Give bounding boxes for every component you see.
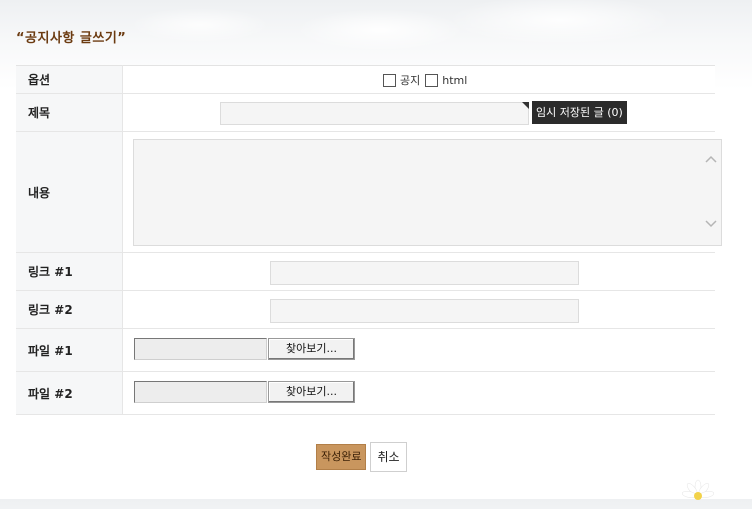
form-row-subject: 제목 임시 저장된 글 (0) xyxy=(16,93,715,132)
form-row-file2: 파일 #2 찾아보기... xyxy=(16,371,715,415)
file2-label: 파일 #2 xyxy=(16,371,123,415)
link2-input[interactable] xyxy=(270,299,579,323)
option-group: 공지 html xyxy=(383,72,472,88)
content-field xyxy=(122,131,722,253)
form-row-file1: 파일 #1 찾아보기... xyxy=(16,328,715,372)
form-row-link1: 링크 #1 xyxy=(16,252,715,291)
form-row-option: 옵션 공지 html xyxy=(16,65,715,94)
submit-button[interactable]: 작성완료 xyxy=(316,444,367,470)
file1-field: 찾아보기... xyxy=(122,328,715,372)
write-form-table: 옵션 공지 html 제목 임시 저장된 글 (0) 내용 링크 #1 링크 #… xyxy=(16,65,722,415)
chevron-down-icon[interactable] xyxy=(705,220,717,230)
form-actions: 작성완료 취소 xyxy=(316,442,407,472)
subject-label: 제목 xyxy=(16,93,123,132)
file1-label: 파일 #1 xyxy=(16,328,123,372)
link1-label: 링크 #1 xyxy=(16,252,123,291)
html-checkbox[interactable] xyxy=(425,73,439,87)
link2-field xyxy=(122,290,715,329)
link1-input[interactable] xyxy=(270,261,579,285)
file2-field: 찾아보기... xyxy=(122,371,715,415)
link2-label: 링크 #2 xyxy=(16,290,123,329)
link1-field xyxy=(122,252,715,291)
notice-checkbox[interactable] xyxy=(383,73,396,87)
daisy-flower-icon xyxy=(676,476,716,506)
resize-corner-icon xyxy=(522,102,529,109)
file1-browse-button[interactable]: 찾아보기... xyxy=(268,338,355,360)
temp-saved-posts-button[interactable]: 임시 저장된 글 (0) xyxy=(532,101,627,124)
content-textarea[interactable] xyxy=(133,139,722,246)
option-field: 공지 html xyxy=(122,65,715,94)
page-title: “공지사항 글쓰기” xyxy=(16,31,127,46)
file2-browse-button[interactable]: 찾아보기... xyxy=(268,381,355,403)
file2-path-box[interactable] xyxy=(134,381,267,403)
cancel-button[interactable]: 취소 xyxy=(370,442,407,472)
file1-path-box[interactable] xyxy=(134,338,267,360)
chevron-up-icon[interactable] xyxy=(705,155,717,165)
subject-field: 임시 저장된 글 (0) xyxy=(122,93,715,132)
form-row-link2: 링크 #2 xyxy=(16,290,715,329)
html-checkbox-label: html xyxy=(442,73,468,87)
subject-input[interactable] xyxy=(220,102,529,125)
option-label: 옵션 xyxy=(16,65,123,94)
content-label: 내용 xyxy=(16,131,123,253)
notice-checkbox-label: 공지 xyxy=(400,74,421,87)
form-row-content: 내용 xyxy=(16,131,722,253)
